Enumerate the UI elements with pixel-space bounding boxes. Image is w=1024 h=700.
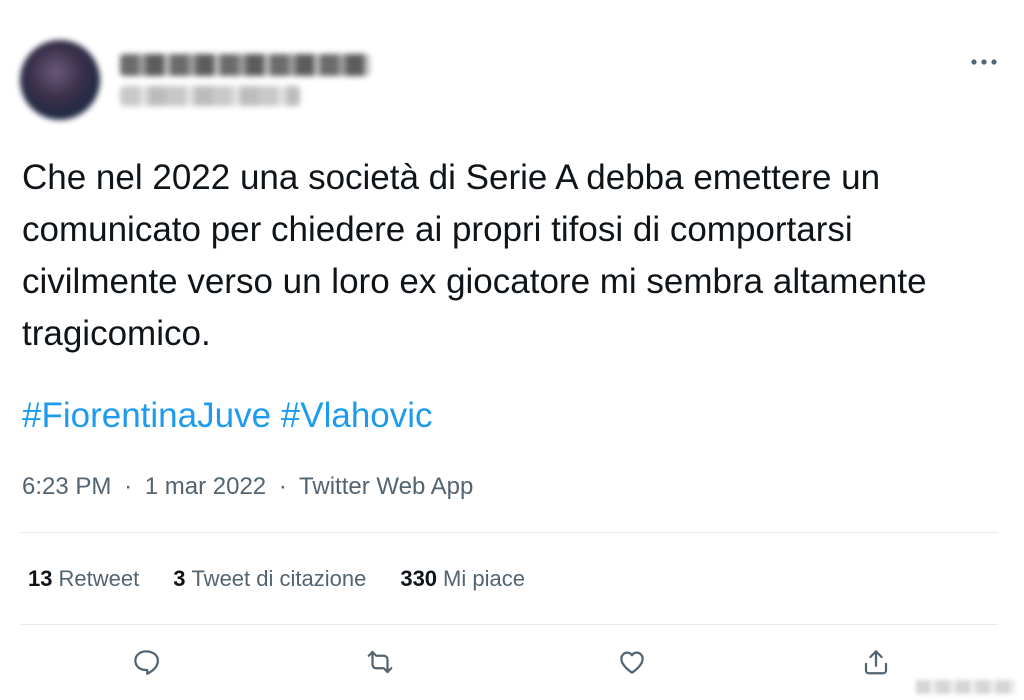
tweet-metadata: 6:23 PM · 1 mar 2022 · Twitter Web App (22, 470, 473, 504)
retweets-stat[interactable]: 13 Retweet (28, 562, 139, 596)
quote-tweets-stat[interactable]: 3 Tweet di citazione (173, 562, 366, 596)
retweets-label: Retweet (58, 566, 140, 591)
likes-stat[interactable]: 330 Mi piace (400, 562, 525, 596)
heart-icon (620, 651, 644, 674)
retweet-button[interactable] (358, 640, 402, 684)
tweet-card: Che nel 2022 una società di Serie A debb… (0, 0, 1024, 700)
meta-separator: · (278, 473, 287, 500)
quote-tweets-label: Tweet di citazione (191, 566, 367, 591)
reply-icon (134, 650, 159, 675)
likes-count: 330 (400, 566, 438, 591)
tweet-text: Che nel 2022 una società di Serie A debb… (22, 158, 927, 353)
like-button[interactable] (610, 640, 654, 684)
more-options-button[interactable] (964, 48, 1004, 76)
tweet-time[interactable]: 6:23 PM (22, 473, 111, 500)
reply-button[interactable] (124, 640, 168, 684)
hashtag-vlahovic[interactable]: #Vlahovic (281, 396, 433, 435)
divider (20, 624, 998, 625)
user-handle-redacted[interactable] (120, 86, 300, 106)
watermark-redacted (916, 680, 1016, 694)
share-icon (864, 650, 888, 675)
hashtag-fiorentinajuve[interactable]: #FiorentinaJuve (22, 396, 271, 435)
divider (20, 532, 998, 533)
avatar[interactable] (20, 40, 100, 120)
retweet-icon (367, 650, 393, 674)
share-button[interactable] (854, 640, 898, 684)
tweet-hashtags: #FiorentinaJuve #Vlahovic (22, 392, 433, 440)
engagement-stats: 13 Retweet 3 Tweet di citazione 330 Mi piac… (28, 562, 525, 596)
tweet-date[interactable]: 1 mar 2022 (145, 473, 266, 500)
quote-tweets-count: 3 (173, 566, 186, 591)
user-display-name-redacted[interactable] (120, 54, 370, 76)
more-horizontal-icon (971, 59, 997, 65)
likes-label: Mi piace (443, 566, 525, 591)
tweet-source[interactable]: Twitter Web App (299, 473, 473, 500)
meta-separator: · (124, 473, 133, 500)
retweets-count: 13 (28, 566, 53, 591)
tweet-actions-bar (0, 640, 1024, 692)
